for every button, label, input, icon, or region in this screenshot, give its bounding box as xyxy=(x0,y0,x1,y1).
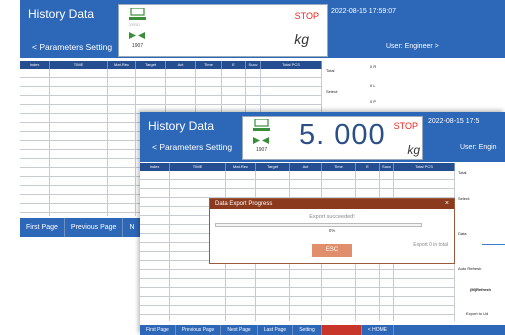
column-header: Time xyxy=(196,61,222,69)
page-title: History Data xyxy=(28,7,95,21)
next-page-button[interactable]: N xyxy=(123,218,142,237)
setting-button[interactable]: Setting xyxy=(293,325,322,335)
table-header: Index TIME Mat.Rec Target Act Time E Suc… xyxy=(20,61,322,69)
tare-arrows-icon xyxy=(129,32,145,39)
last-page-button[interactable]: Last Page xyxy=(258,325,294,335)
progress-bar xyxy=(215,223,422,227)
column-header: TIME xyxy=(170,163,226,171)
select-label: Select: xyxy=(326,89,339,94)
export-message: Export succeeded! xyxy=(309,214,355,220)
status-stop: STOP xyxy=(393,121,418,131)
user-menu[interactable]: User: Engin xyxy=(460,144,497,151)
column-header: Total PCS xyxy=(394,163,455,171)
column-header: TIME xyxy=(50,61,108,69)
previous-page-button[interactable]: Previous Page xyxy=(65,218,124,237)
column-header: Succ xyxy=(246,61,261,69)
next-page-button[interactable]: Next Page xyxy=(221,325,258,335)
close-icon[interactable]: × xyxy=(445,199,449,209)
column-header: Mat.Rec xyxy=(226,163,256,171)
select-label: Select: xyxy=(458,196,471,201)
total-label: Total xyxy=(326,68,335,73)
scale-icon xyxy=(129,8,146,20)
column-header: Act xyxy=(166,61,196,69)
column-header: E xyxy=(222,61,246,69)
user-menu[interactable]: User: Engineer > xyxy=(386,43,439,50)
column-header: Succ xyxy=(380,163,394,171)
manual-refresh-button[interactable]: (M)Refresh xyxy=(470,287,491,292)
unit-label: kg xyxy=(407,143,420,157)
auto-refresh-label: Auto Refresh xyxy=(458,266,482,271)
radio-option[interactable]: 0 L xyxy=(370,83,376,88)
unit-label: kg xyxy=(294,31,309,47)
parameters-setting-link[interactable]: < Parameters Setting xyxy=(32,42,112,52)
first-page-button[interactable]: First Page xyxy=(140,325,176,335)
esc-button[interactable]: ESC xyxy=(312,244,352,257)
first-page-button[interactable]: First Page xyxy=(20,218,65,237)
column-header: Time xyxy=(322,163,356,171)
dialog-title: Data Export Progress xyxy=(210,199,454,209)
column-header: Index xyxy=(20,61,50,69)
scale-icon xyxy=(253,119,270,131)
radio-option[interactable]: 0 P xyxy=(370,99,376,104)
column-header: Target xyxy=(256,163,290,171)
weight-display: 1907 5. 000 STOP kg xyxy=(242,116,423,160)
tare-arrows-icon xyxy=(253,137,269,144)
column-header: Total PCS xyxy=(261,61,322,69)
data-field[interactable] xyxy=(482,244,505,245)
status-stop: STOP xyxy=(294,11,319,21)
column-header: Index xyxy=(140,163,170,171)
previous-page-button[interactable]: Previous Page xyxy=(176,325,222,335)
red-action-button[interactable] xyxy=(321,325,362,335)
datetime: 2022-08-15 17:59:07 xyxy=(331,8,396,15)
datetime: 2022-08-15 17:5 xyxy=(428,118,480,125)
table-header: Index TIME Mat.Rec Target Act Time E Suc… xyxy=(140,163,455,171)
progress-percent: 0% xyxy=(328,228,336,233)
column-header: E xyxy=(356,163,380,171)
total-label: Total xyxy=(458,170,467,175)
weight-display: ZERO 1907 STOP kg xyxy=(118,4,328,57)
header: History Data < Parameters Setting 1907 5… xyxy=(140,112,505,162)
right-panel: Total Select: Data Auto Refresh (M)Refre… xyxy=(456,163,505,323)
header: History Data < Parameters Setting ZERO 1… xyxy=(20,0,505,58)
export-to-usb-button[interactable]: Export to Ud xyxy=(466,311,488,316)
home-button[interactable]: < HOME xyxy=(362,325,395,335)
page-title: History Data xyxy=(148,119,215,133)
radio-option[interactable]: 0 R xyxy=(370,64,376,69)
column-header: Act xyxy=(290,163,322,171)
column-header: Mat.Rec xyxy=(108,61,136,69)
parameters-setting-link[interactable]: < Parameters Setting xyxy=(152,142,232,152)
column-header: Target xyxy=(136,61,166,69)
zero-label: ZERO xyxy=(129,22,141,27)
export-count: Export 0 in total xyxy=(413,242,448,248)
weight-value: 5. 000 xyxy=(299,119,386,151)
bottom-nav: First Page Previous Page Next Page Last … xyxy=(140,325,505,335)
tare-value: 1907 xyxy=(256,147,268,153)
data-label: Data xyxy=(458,231,467,236)
tare-value: 1907 xyxy=(132,43,144,49)
export-progress-dialog: Data Export Progress × Export succeeded!… xyxy=(209,198,455,264)
